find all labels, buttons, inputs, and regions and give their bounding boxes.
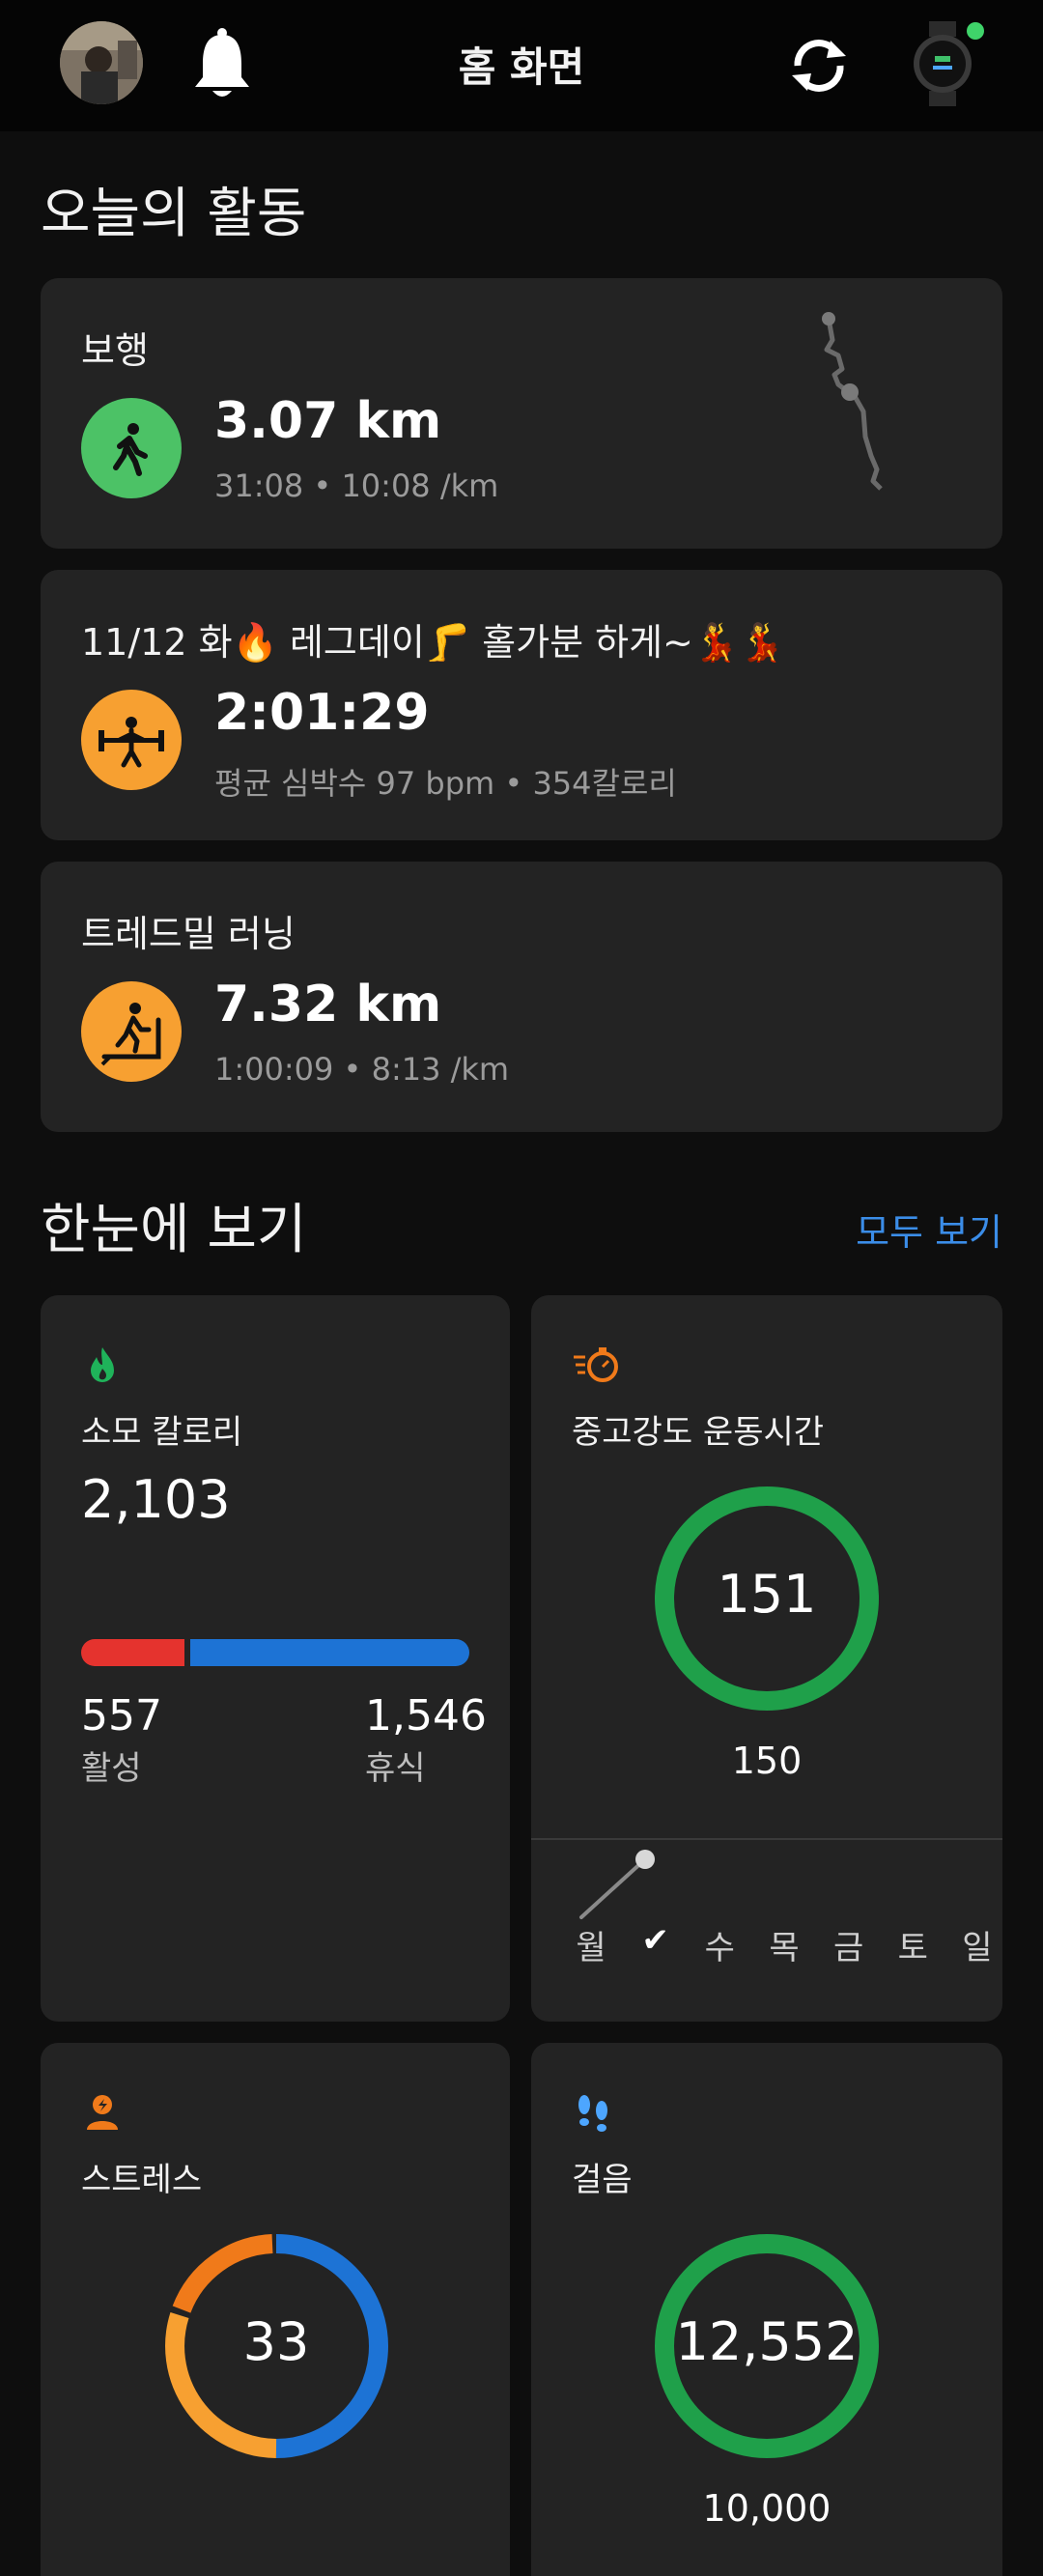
weekday-row: 월 ✔ 수 목 금 토 일 (572, 1921, 997, 1967)
intensity-value: 151 (717, 1564, 817, 1625)
activity-value: 7.32 km (214, 976, 442, 1033)
stress-ring: 33 (160, 2230, 392, 2462)
tile-divider (531, 1838, 1002, 1840)
day-label: 금 (832, 1929, 864, 1967)
day-label: 수 (704, 1929, 735, 1967)
intensity-ring: 151 (651, 1483, 883, 1714)
top-bar: 홈 화면 (0, 0, 1043, 131)
activity-sub: 1:00:09 • 8:13 /km (214, 1051, 510, 1088)
sync-icon[interactable] (784, 31, 854, 100)
calories-tile[interactable]: 소모 칼로리 2,103 557 활성 1,546 휴식 (41, 1295, 510, 2022)
activity-value: 2:01:29 (214, 684, 430, 742)
day-label: 월 (576, 1929, 606, 1967)
route-map (822, 312, 883, 491)
intensity-minutes-tile[interactable]: 중고강도 운동시간 151 150 월 ✔ 수 목 금 토 일 (531, 1295, 1002, 2022)
stopwatch-icon (572, 1344, 622, 1386)
active-calories-bar (81, 1639, 184, 1666)
stress-title: 스트레스 (81, 2161, 203, 2199)
active-calories-label: 활성 (81, 1749, 142, 1788)
activity-value: 3.07 km (214, 392, 442, 450)
stress-tile[interactable]: 스트레스 33 (41, 2043, 510, 2576)
day-check-icon: ✔ (641, 1921, 669, 1960)
steps-tile[interactable]: 걸음 12,552 10,000 (531, 2043, 1002, 2576)
glance-section-title: 한눈에 보기 (41, 1199, 307, 1261)
walking-icon (81, 398, 182, 498)
today-section-title: 오늘의 활동 (41, 183, 307, 245)
activity-label: 트레드밀 러닝 (81, 913, 296, 955)
intensity-title: 중고강도 운동시간 (572, 1413, 825, 1452)
steps-ring: 12,552 (651, 2230, 883, 2462)
activity-label: 보행 (81, 329, 149, 372)
rest-calories-value: 1,546 (365, 1691, 487, 1741)
activity-card-treadmill[interactable]: 트레드밀 러닝 7.32 km 1:00:09 • 8:13 /km (41, 862, 1002, 1132)
intensity-goal: 150 (731, 1740, 803, 1782)
stress-icon (81, 2091, 124, 2134)
activity-sub: 평균 심박수 97 bpm • 354칼로리 (214, 765, 677, 802)
steps-goal: 10,000 (702, 2487, 832, 2530)
stress-value: 33 (242, 2311, 310, 2372)
day-label: 목 (769, 1929, 800, 1967)
rest-calories-bar (190, 1639, 469, 1666)
steps-title: 걸음 (572, 2161, 633, 2199)
activity-card-walking[interactable]: 보행 3.07 km 31:08 • 10:08 /km (41, 278, 1002, 549)
activity-label: 11/12 화🔥 레그데이🦵 홀가분 하게~💃💃 (81, 621, 785, 664)
weightlifting-icon (81, 690, 182, 790)
calories-title: 소모 칼로리 (81, 1413, 243, 1452)
day-label: 토 (897, 1929, 928, 1967)
day-label: 일 (962, 1929, 993, 1967)
activity-card-strength[interactable]: 11/12 화🔥 레그데이🦵 홀가분 하게~💃💃 2:01:29 평균 심박수 … (41, 570, 1002, 840)
treadmill-icon (81, 981, 182, 1082)
active-calories-value: 557 (81, 1691, 162, 1741)
activity-sub: 31:08 • 10:08 /km (214, 467, 499, 504)
footprints-icon (572, 2091, 614, 2134)
rest-calories-label: 휴식 (365, 1749, 426, 1788)
weekly-sparkline (579, 1850, 655, 1919)
watch-icon[interactable] (908, 15, 985, 112)
page-title: 홈 화면 (458, 43, 585, 91)
see-all-link[interactable]: 모두 보기 (856, 1203, 1002, 1256)
calories-total: 2,103 (81, 1469, 231, 1530)
flame-icon (81, 1344, 124, 1386)
steps-value: 12,552 (675, 2311, 859, 2372)
